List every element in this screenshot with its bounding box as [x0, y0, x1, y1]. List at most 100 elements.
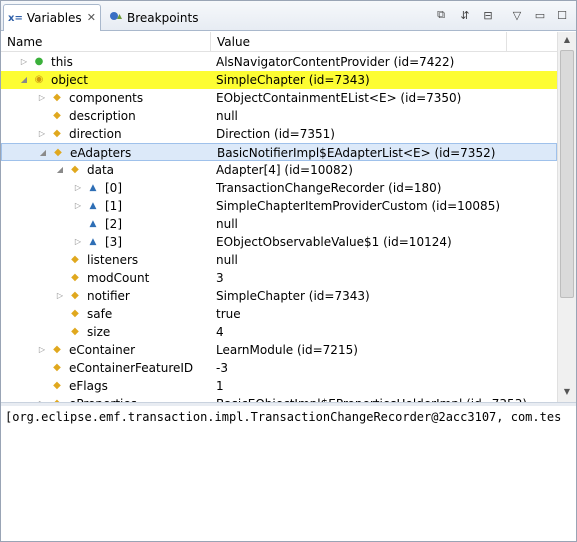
object-icon: ◉ [34, 74, 44, 85]
field-icon: ◆ [51, 395, 63, 402]
column-header-value[interactable]: Value [211, 32, 507, 52]
table-row[interactable]: ◢ ◆ eAdapters BasicNotifierImpl$EAdapterLis… [1, 143, 557, 161]
local-variable-icon: ● [34, 56, 44, 67]
variable-value: 4 [216, 325, 224, 339]
field-icon: ◆ [71, 290, 79, 301]
scroll-up-icon[interactable]: ▲ [558, 32, 576, 48]
field-icon: ◆ [54, 147, 62, 158]
expand-icon[interactable]: ▷ [55, 287, 65, 305]
variable-name: [3] [105, 235, 122, 249]
variable-value: null [216, 109, 238, 123]
variable-name-cell: ◆ size [1, 323, 211, 341]
scroll-down-icon[interactable]: ▼ [558, 384, 576, 400]
variable-name-cell: ▷ ◆ direction [1, 125, 211, 143]
tab-variables[interactable]: x= Variables ✕ [3, 4, 101, 31]
variable-name-cell: ▷ ◆ eContainer [1, 341, 211, 359]
table-row[interactable]: ▷ ◆ eContainer LearnModule (id=7215) [1, 341, 557, 359]
table-row[interactable]: ◆ description null [1, 107, 557, 125]
variable-name-cell: ▲ [2] [1, 215, 211, 233]
table-row[interactable]: ▷ ▲ [1] SimpleChapterItemProviderCustom (id… [1, 197, 557, 215]
table-row[interactable]: ▲ [2] null [1, 215, 557, 233]
field-icon: ◆ [71, 164, 79, 175]
table-row[interactable]: ▷ ◆ components EObjectContainmentEList<E> (… [1, 89, 557, 107]
variable-value: Direction (id=7351) [216, 127, 335, 141]
collapse-icon[interactable]: ◢ [55, 161, 65, 179]
minimize-icon[interactable]: ▭ [532, 7, 548, 23]
layout-icon[interactable]: ⇵ [457, 7, 473, 23]
variable-name-cell: ◆ description [1, 107, 211, 125]
maximize-icon[interactable]: ☐ [554, 7, 570, 23]
array-element-icon: ▲ [89, 237, 97, 247]
table-row[interactable]: ◢ ◆ data Adapter[4] (id=10082) [1, 161, 557, 179]
variable-value: SimpleChapter (id=7343) [216, 289, 370, 303]
variable-name-cell: ◆ listeners [1, 251, 211, 269]
table-row[interactable]: ▷ ◆ notifier SimpleChapter (id=7343) [1, 287, 557, 305]
leaf-spacer [55, 269, 65, 287]
close-icon[interactable]: ✕ [87, 11, 96, 24]
variable-value: EObjectObservableValue$1 (id=10124) [216, 235, 452, 249]
variables-view: x= Variables ✕ Breakpoints ⧉ ⇵ ⊟ ▽ ▭ ☐ N… [0, 0, 577, 542]
variable-name-cell: ◆ eFlags [1, 377, 211, 395]
scrollbar-thumb[interactable] [560, 50, 574, 298]
expand-icon[interactable]: ▷ [37, 89, 47, 107]
variable-name: object [51, 73, 88, 87]
expand-icon[interactable]: ▷ [73, 197, 83, 215]
variable-name: [0] [105, 181, 122, 195]
expand-icon[interactable]: ▷ [73, 179, 83, 197]
collapse-icon[interactable]: ◢ [38, 144, 48, 162]
show-type-names-icon[interactable]: ⧉ [433, 7, 449, 23]
table-row[interactable]: ▷ ◆ direction Direction (id=7351) [1, 125, 557, 143]
variable-value: null [216, 253, 238, 267]
table-row[interactable]: ◆ safe true [1, 305, 557, 323]
variable-value: TransactionChangeRecorder (id=180) [216, 181, 442, 195]
field-icon: ◆ [53, 128, 61, 139]
variable-name-cell: ▷ ◆ eProperties [1, 395, 211, 402]
field-icon: ◆ [71, 272, 79, 283]
expand-icon[interactable]: ▷ [37, 341, 47, 359]
table-row[interactable]: ◢ ◉ object SimpleChapter (id=7343) [1, 71, 557, 89]
table-row[interactable]: ◆ modCount 3 [1, 269, 557, 287]
leaf-spacer [55, 323, 65, 341]
variable-name: listeners [87, 253, 139, 267]
variable-value: null [216, 217, 238, 231]
variables-tree: ▷ ● this AlsNavigatorContentProvider (id=74… [1, 53, 557, 402]
variable-value: SimpleChapterItemProviderCustom (id=1008… [216, 199, 501, 213]
variable-value: 1 [216, 379, 224, 393]
table-row[interactable]: ▷ ● this AlsNavigatorContentProvider (id=74… [1, 53, 557, 71]
variable-name: eFlags [69, 379, 108, 393]
variable-name-cell: ▷ ▲ [3] [1, 233, 211, 251]
table-header: Name Value [1, 32, 557, 52]
table-row[interactable]: ◆ eContainerFeatureID -3 [1, 359, 557, 377]
variable-name: safe [87, 307, 113, 321]
expand-icon[interactable]: ▷ [37, 395, 47, 402]
variable-name-cell: ▷ ▲ [0] [1, 179, 211, 197]
column-header-name[interactable]: Name [1, 32, 211, 52]
variable-name-cell: ◆ safe [1, 305, 211, 323]
leaf-spacer [37, 107, 47, 125]
collapse-all-icon[interactable]: ⊟ [480, 7, 496, 23]
table-row[interactable]: ▷ ◆ eProperties BasicEObjectImpl$EPropertie… [1, 395, 557, 402]
leaf-spacer [37, 359, 47, 377]
variable-name-cell: ◢ ◉ object [1, 71, 211, 89]
view-menu-icon[interactable]: ▽ [509, 7, 525, 23]
tab-breakpoints-label: Breakpoints [127, 10, 199, 25]
collapse-icon[interactable]: ◢ [19, 71, 29, 89]
variable-name-cell: ◢ ◆ eAdapters [2, 144, 212, 162]
variable-name: components [69, 91, 144, 105]
table-row[interactable]: ◆ size 4 [1, 323, 557, 341]
table-row[interactable]: ▷ ▲ [3] EObjectObservableValue$1 (id=10124) [1, 233, 557, 251]
expand-icon[interactable]: ▷ [19, 53, 29, 71]
variable-name-cell: ▷ ● this [1, 53, 211, 71]
table-row[interactable]: ▷ ▲ [0] TransactionChangeRecorder (id=180) [1, 179, 557, 197]
expand-icon[interactable]: ▷ [73, 233, 83, 251]
tab-breakpoints[interactable]: Breakpoints [105, 4, 198, 31]
leaf-spacer [73, 215, 83, 233]
table-row[interactable]: ◆ eFlags 1 [1, 377, 557, 395]
expand-icon[interactable]: ▷ [37, 125, 47, 143]
detail-pane[interactable]: [org.eclipse.emf.transaction.impl.Transa… [1, 406, 576, 541]
table-row[interactable]: ◆ listeners null [1, 251, 557, 269]
field-icon: ◆ [53, 92, 61, 103]
vertical-scrollbar[interactable]: ▲ ▼ [557, 32, 576, 402]
array-element-icon: ▲ [89, 201, 97, 211]
variable-value: true [216, 307, 241, 321]
